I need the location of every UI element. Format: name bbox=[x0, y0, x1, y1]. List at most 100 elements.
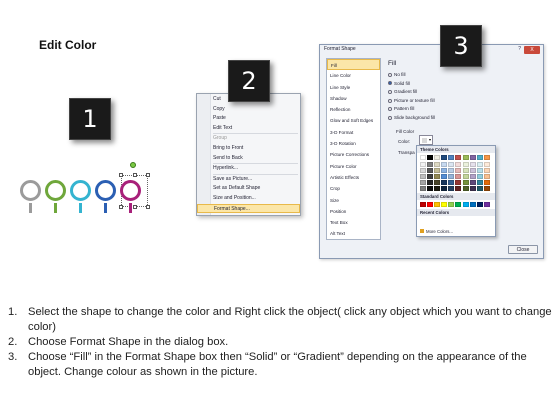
theme-shade-swatch[interactable] bbox=[455, 186, 462, 192]
standard-color-swatch[interactable] bbox=[427, 202, 434, 208]
theme-shade-swatch[interactable] bbox=[420, 186, 426, 192]
dialog-close-button[interactable]: X bbox=[524, 46, 540, 54]
category-item[interactable]: Text Box bbox=[327, 217, 380, 228]
category-item[interactable]: Picture Color bbox=[327, 161, 380, 172]
context-menu-item[interactable]: Size and Position... bbox=[197, 194, 300, 204]
fill-option[interactable]: No fill bbox=[388, 72, 406, 77]
rotation-handle[interactable] bbox=[130, 162, 136, 168]
theme-shade-swatch[interactable] bbox=[462, 168, 469, 174]
theme-shade-swatch[interactable] bbox=[448, 186, 455, 192]
theme-shade-swatch[interactable] bbox=[448, 180, 455, 186]
theme-shade-swatch[interactable] bbox=[434, 180, 441, 186]
context-menu-item[interactable]: Format Shape... bbox=[197, 203, 300, 214]
theme-shade-swatch[interactable] bbox=[427, 180, 434, 186]
theme-shade-swatch[interactable] bbox=[427, 162, 434, 167]
context-menu-item[interactable]: Paste bbox=[197, 114, 300, 124]
category-item[interactable]: 3-D Rotation bbox=[327, 138, 380, 149]
fill-option[interactable]: Pattern fill bbox=[388, 106, 414, 111]
close-button[interactable]: Close bbox=[508, 245, 538, 254]
theme-shade-swatch[interactable] bbox=[455, 180, 462, 186]
theme-shade-swatch[interactable] bbox=[469, 186, 476, 192]
theme-shade-swatch[interactable] bbox=[469, 180, 476, 186]
circle-shape[interactable] bbox=[70, 180, 91, 201]
circle-shape[interactable] bbox=[120, 180, 141, 201]
theme-shade-swatch[interactable] bbox=[455, 162, 462, 167]
standard-color-swatch[interactable] bbox=[483, 202, 490, 208]
theme-shade-swatch[interactable] bbox=[476, 168, 483, 174]
context-menu-item[interactable]: Bring to Front bbox=[197, 144, 300, 154]
category-item[interactable]: Position bbox=[327, 206, 380, 217]
theme-shade-swatch[interactable] bbox=[476, 180, 483, 186]
theme-shade-swatch[interactable] bbox=[427, 174, 434, 180]
standard-color-swatch[interactable] bbox=[448, 202, 455, 208]
theme-shade-swatch[interactable] bbox=[476, 186, 483, 192]
circle-shapes-group[interactable] bbox=[18, 162, 150, 225]
theme-shade-swatch[interactable] bbox=[448, 168, 455, 174]
theme-shade-swatch[interactable] bbox=[483, 180, 490, 186]
standard-color-swatch[interactable] bbox=[420, 202, 426, 208]
standard-color-swatch[interactable] bbox=[476, 202, 483, 208]
theme-shade-swatch[interactable] bbox=[476, 174, 483, 180]
theme-shade-swatch[interactable] bbox=[434, 162, 441, 167]
theme-shade-swatch[interactable] bbox=[420, 162, 426, 167]
circle-shape[interactable] bbox=[95, 180, 116, 201]
theme-shade-swatch[interactable] bbox=[441, 186, 448, 192]
theme-color-swatch[interactable] bbox=[469, 155, 476, 160]
category-item[interactable]: Artistic Effects bbox=[327, 172, 380, 183]
category-item[interactable]: Size bbox=[327, 195, 380, 206]
context-menu-item[interactable]: Send to Back bbox=[197, 154, 300, 164]
category-item[interactable]: Line Style bbox=[327, 82, 380, 93]
theme-shade-swatch[interactable] bbox=[483, 174, 490, 180]
standard-color-swatch[interactable] bbox=[462, 202, 469, 208]
category-item[interactable]: Alt Text bbox=[327, 228, 380, 239]
theme-shade-swatch[interactable] bbox=[420, 174, 426, 180]
theme-shade-swatch[interactable] bbox=[476, 162, 483, 167]
category-item[interactable]: Reflection bbox=[327, 104, 380, 115]
context-menu-item[interactable]: Edit Text bbox=[197, 124, 300, 134]
context-menu-item[interactable]: Save as Picture... bbox=[197, 175, 300, 185]
theme-shade-swatch[interactable] bbox=[427, 168, 434, 174]
theme-shade-swatch[interactable] bbox=[462, 162, 469, 167]
theme-shade-swatch[interactable] bbox=[420, 180, 426, 186]
category-item[interactable]: Picture Corrections bbox=[327, 149, 380, 160]
circle-shape[interactable] bbox=[45, 180, 66, 201]
circle-shape[interactable] bbox=[20, 180, 41, 201]
theme-shade-swatch[interactable] bbox=[483, 162, 490, 167]
theme-shade-swatch[interactable] bbox=[483, 186, 490, 192]
theme-shade-swatch[interactable] bbox=[469, 162, 476, 167]
theme-shade-swatch[interactable] bbox=[441, 162, 448, 167]
fill-option[interactable]: Solid fill bbox=[388, 81, 410, 86]
fill-option[interactable]: Picture or texture fill bbox=[388, 98, 435, 103]
standard-color-swatch[interactable] bbox=[455, 202, 462, 208]
theme-shade-swatch[interactable] bbox=[469, 174, 476, 180]
theme-color-swatch[interactable] bbox=[476, 155, 483, 160]
theme-shade-swatch[interactable] bbox=[434, 168, 441, 174]
color-picker-button[interactable]: ▾ bbox=[419, 135, 433, 145]
category-item[interactable]: 3-D Format bbox=[327, 127, 380, 138]
theme-shade-swatch[interactable] bbox=[441, 174, 448, 180]
theme-shade-swatch[interactable] bbox=[441, 168, 448, 174]
standard-color-swatch[interactable] bbox=[441, 202, 448, 208]
theme-shade-swatch[interactable] bbox=[455, 168, 462, 174]
theme-shade-swatch[interactable] bbox=[462, 174, 469, 180]
context-menu-item[interactable]: Group bbox=[197, 134, 300, 144]
category-item[interactable]: Shadow bbox=[327, 93, 380, 104]
theme-shade-swatch[interactable] bbox=[434, 174, 441, 180]
theme-shade-swatch[interactable] bbox=[441, 180, 448, 186]
standard-color-swatch[interactable] bbox=[469, 202, 476, 208]
theme-color-swatch[interactable] bbox=[441, 155, 448, 160]
category-item[interactable]: Crop bbox=[327, 183, 380, 194]
theme-shade-swatch[interactable] bbox=[434, 186, 441, 192]
context-menu-item[interactable]: Copy bbox=[197, 105, 300, 115]
category-item[interactable]: Fill bbox=[327, 59, 380, 71]
more-colors-link[interactable]: More Colors... bbox=[420, 229, 453, 234]
help-icon[interactable]: ? bbox=[518, 46, 521, 52]
theme-color-swatch[interactable] bbox=[483, 155, 490, 160]
theme-color-swatch[interactable] bbox=[427, 155, 434, 160]
category-item[interactable]: Line Color bbox=[327, 70, 380, 81]
theme-color-swatch[interactable] bbox=[448, 155, 455, 160]
theme-shade-swatch[interactable] bbox=[462, 180, 469, 186]
context-menu-item[interactable]: Set as Default Shape bbox=[197, 184, 300, 194]
theme-shade-swatch[interactable] bbox=[455, 174, 462, 180]
theme-shade-swatch[interactable] bbox=[483, 168, 490, 174]
